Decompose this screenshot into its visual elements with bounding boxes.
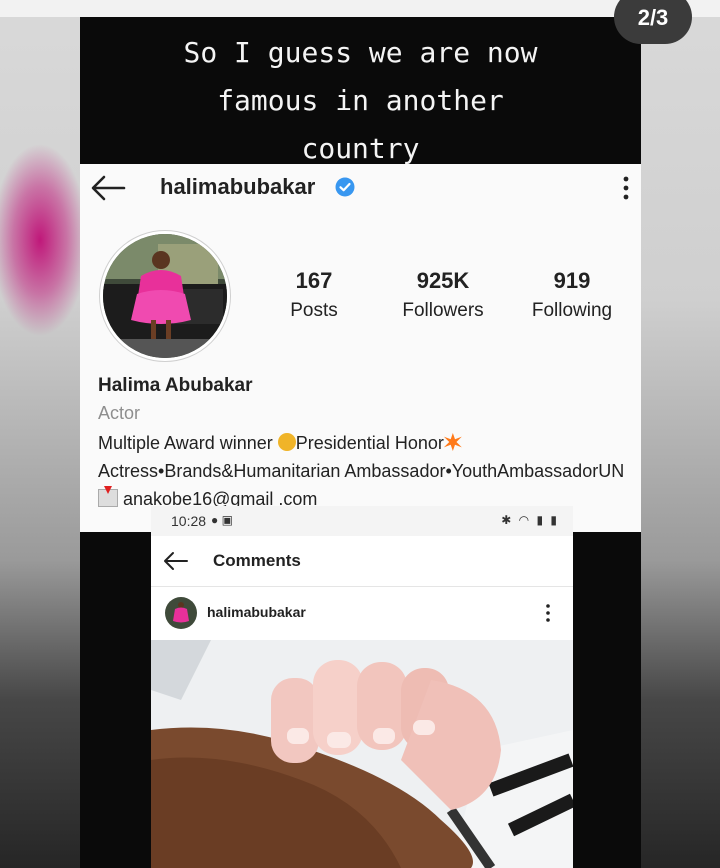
collision-emoji-icon — [443, 433, 462, 451]
inbox-emoji-icon — [98, 486, 118, 507]
followers-count: 925K — [416, 268, 470, 293]
more-options-icon[interactable] — [620, 174, 632, 202]
comments-header: Comments — [151, 536, 573, 587]
post-username[interactable]: halimabubakar — [207, 604, 306, 620]
story-frame: So I guess we are now famous in another … — [80, 17, 641, 868]
profile-screenshot: halimabubakar 167 Posts 925K Followers 9… — [80, 164, 641, 532]
posts-label: Posts — [290, 300, 338, 321]
profile-avatar[interactable] — [103, 234, 227, 358]
status-time: 10:28 — [171, 513, 207, 529]
posts-count: 167 — [295, 268, 333, 293]
comments-title: Comments — [213, 551, 301, 570]
bio-text-3: Actress•Brands&Humanitarian Ambassador•Y… — [98, 461, 625, 481]
stat-followers[interactable]: 925K Followers — [393, 268, 493, 322]
stat-posts[interactable]: 167 Posts — [274, 268, 354, 322]
following-label: Following — [531, 300, 613, 321]
story-counter: 2/3 — [614, 0, 692, 44]
following-count: 919 — [553, 268, 591, 293]
comments-back-arrow-icon[interactable] — [163, 550, 189, 572]
profile-category: Actor — [98, 403, 141, 423]
post-header: halimabubakar — [151, 588, 573, 638]
embedded-comments-screenshot: 10:28 ● ▣ ✱ ◠ ▮ ▮ Comments halimabubakar — [151, 506, 573, 868]
profile-bio: Multiple Award winner Presidential Honor… — [98, 429, 628, 513]
top-strip — [0, 0, 720, 17]
back-arrow-icon[interactable] — [90, 174, 126, 202]
post-more-options-icon[interactable] — [545, 602, 551, 624]
stat-following[interactable]: 919 Following — [527, 268, 617, 322]
bio-text-2: Presidential Honor — [295, 433, 444, 453]
bio-text-1: Multiple Award winner — [98, 433, 278, 453]
post-avatar[interactable] — [165, 597, 197, 629]
profile-name: Halima Abubakar — [98, 375, 253, 396]
verified-badge-icon — [335, 177, 355, 197]
system-status-icons: ✱ ◠ ▮ ▮ — [501, 513, 559, 527]
notification-icons: ● ▣ — [211, 513, 233, 527]
followers-label: Followers — [402, 300, 484, 321]
award-emoji-icon — [277, 433, 296, 451]
story-caption: So I guess we are now famous in another … — [183, 36, 538, 165]
post-photo — [151, 640, 573, 868]
status-bar: 10:28 ● ▣ ✱ ◠ ▮ ▮ — [151, 506, 573, 536]
profile-username: halimabubakar — [160, 174, 316, 199]
